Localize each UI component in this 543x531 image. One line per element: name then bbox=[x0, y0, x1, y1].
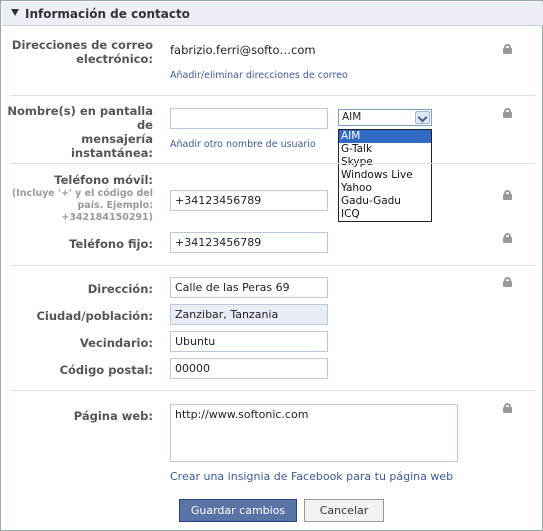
mobile-label: Teléfono móvil: bbox=[54, 173, 153, 187]
neighborhood-input[interactable] bbox=[170, 331, 328, 352]
section-header[interactable]: Información de contacto bbox=[2, 2, 543, 26]
divider bbox=[10, 390, 535, 391]
im-option-aim[interactable]: AIM bbox=[339, 130, 431, 143]
im-service-select[interactable]: AIM bbox=[338, 109, 432, 126]
lock-icon[interactable] bbox=[503, 233, 512, 243]
cancel-button[interactable]: Cancelar bbox=[304, 499, 384, 522]
lock-icon[interactable] bbox=[503, 190, 512, 200]
section-title: Información de contacto bbox=[25, 7, 190, 21]
neighborhood-label: Vecindario: bbox=[79, 336, 153, 350]
im-service-dropdown[interactable]: AIM G-Talk Skype Windows Live Yahoo Gadu… bbox=[338, 129, 432, 222]
im-option-yahoo[interactable]: Yahoo bbox=[339, 182, 431, 195]
mobile-phone-input[interactable] bbox=[170, 190, 328, 211]
mobile-hint: (Incluye '+' y el código del país. Ejemp… bbox=[11, 188, 153, 223]
im-service-selected: AIM bbox=[342, 111, 362, 123]
im-screen-name-input[interactable] bbox=[170, 108, 328, 129]
postal-code-label: Código postal: bbox=[59, 363, 153, 377]
lock-icon[interactable] bbox=[503, 44, 512, 54]
save-changes-button[interactable]: Guardar cambios bbox=[179, 499, 297, 522]
landline-phone-input[interactable] bbox=[170, 232, 328, 253]
im-option-icq[interactable]: ICQ bbox=[339, 208, 431, 221]
contact-info-panel: Información de contacto Direcciones de c… bbox=[0, 0, 543, 531]
email-value: fabrizio.ferri@softo…com bbox=[170, 43, 316, 57]
chevron-down-icon[interactable] bbox=[415, 111, 430, 124]
city-input[interactable] bbox=[170, 304, 328, 325]
add-remove-email-link[interactable]: Añadir/eliminar direcciones de correo bbox=[170, 70, 348, 81]
im-option-gtalk[interactable]: G-Talk bbox=[339, 143, 431, 156]
postal-code-input[interactable] bbox=[170, 358, 328, 379]
lock-icon[interactable] bbox=[503, 277, 512, 287]
triangle-down-icon[interactable] bbox=[11, 9, 19, 16]
im-label: Nombre(s) en pantalla de mensajería inst… bbox=[7, 104, 153, 160]
address-label: Dirección: bbox=[87, 282, 153, 296]
email-label: Direcciones de correo electrónico: bbox=[11, 38, 153, 66]
city-label: Ciudad/población: bbox=[36, 309, 153, 323]
address-input[interactable] bbox=[170, 277, 328, 298]
divider bbox=[10, 265, 535, 266]
im-option-windows-live[interactable]: Windows Live bbox=[339, 169, 431, 182]
lock-icon[interactable] bbox=[503, 403, 512, 413]
website-label: Página web: bbox=[73, 409, 153, 423]
lock-icon[interactable] bbox=[503, 108, 512, 118]
divider bbox=[10, 163, 535, 164]
add-screen-name-link[interactable]: Añadir otro nombre de usuario bbox=[170, 139, 316, 150]
landline-label: Teléfono fijo: bbox=[69, 237, 153, 251]
facebook-badge-link[interactable]: Crear una insignia de Facebook para tu p… bbox=[170, 470, 453, 483]
divider bbox=[10, 95, 535, 96]
website-textarea[interactable]: http://www.softonic.com bbox=[170, 404, 458, 462]
im-option-gadu-gadu[interactable]: Gadu-Gadu bbox=[339, 195, 431, 208]
